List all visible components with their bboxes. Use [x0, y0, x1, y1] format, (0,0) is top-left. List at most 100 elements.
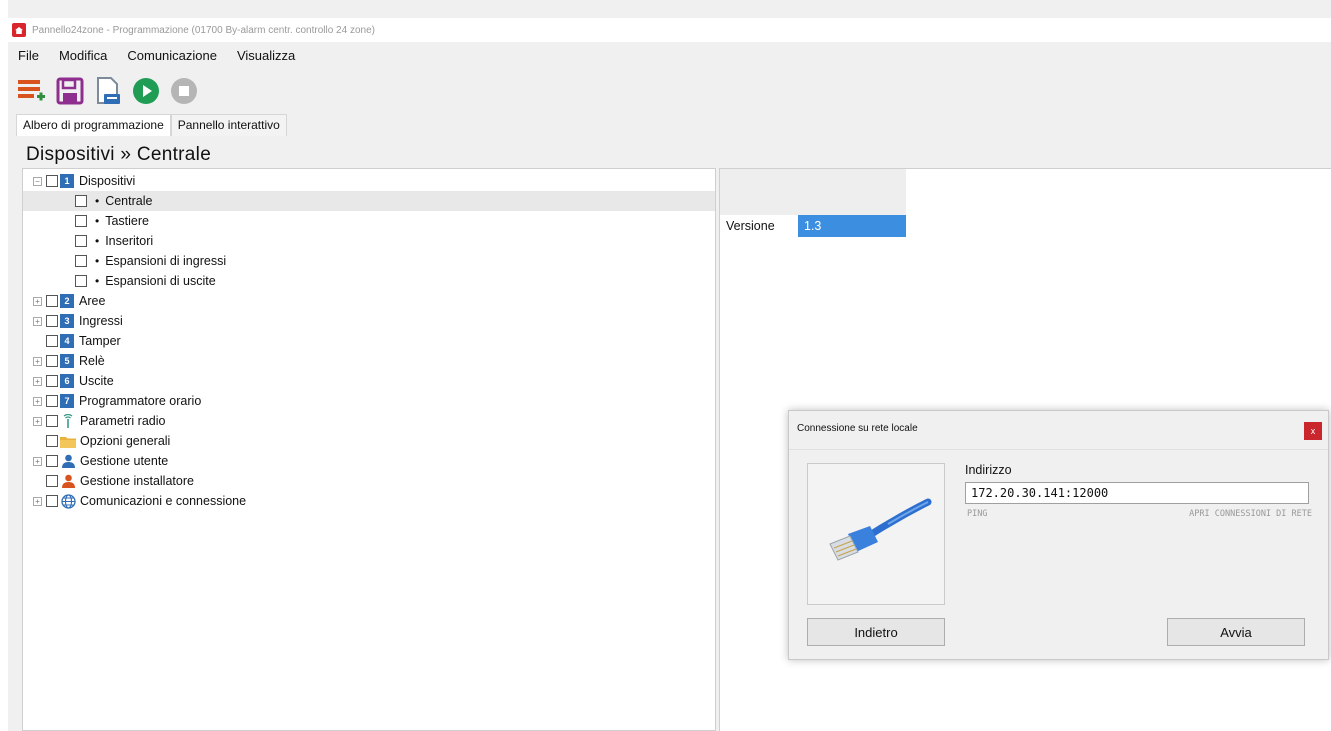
number-badge-icon: 2 — [60, 294, 74, 308]
tree-item-centrale[interactable]: • Centrale — [23, 191, 715, 211]
expand-icon[interactable]: + — [33, 316, 42, 326]
expand-icon[interactable]: + — [33, 376, 42, 386]
checkbox[interactable] — [46, 335, 58, 347]
checkbox[interactable] — [46, 355, 58, 367]
tree-label: Aree — [79, 294, 106, 308]
tree-item-tamper[interactable]: 4 Tamper — [33, 331, 121, 351]
expand-icon[interactable]: + — [33, 456, 42, 466]
tree-label: Espansioni di ingressi — [105, 254, 227, 268]
menu-file[interactable]: File — [18, 48, 39, 63]
save-icon — [56, 77, 84, 105]
tree-item-inseritori[interactable]: • Inseritori — [75, 231, 153, 251]
address-input[interactable]: 172.20.30.141:12000 — [965, 482, 1309, 504]
tree-label: Tastiere — [105, 214, 149, 228]
tree-label: Uscite — [79, 374, 114, 388]
network-cable-image — [807, 463, 945, 605]
open-network-connections-link[interactable]: APRI CONNESSIONI DI RETE — [1189, 509, 1312, 519]
number-badge-icon: 7 — [60, 394, 74, 408]
tree-label: Espansioni di uscite — [105, 274, 216, 288]
checkbox[interactable] — [46, 295, 58, 307]
checkbox[interactable] — [75, 235, 87, 247]
tree-item-comunicazioni[interactable]: + Comunicazioni e connessione — [33, 491, 246, 511]
checkbox[interactable] — [75, 215, 87, 227]
tree-item-opzioni[interactable]: Opzioni generali — [33, 431, 170, 451]
checkbox[interactable] — [46, 315, 58, 327]
tree-item-programmatore[interactable]: + 7 Programmatore orario — [33, 391, 201, 411]
export-button[interactable] — [92, 75, 124, 107]
tree-item-installatore[interactable]: Gestione installatore — [33, 471, 194, 491]
programming-tree: − 1 Dispositivi • Centrale • Tastiere • … — [22, 168, 716, 731]
checkbox[interactable] — [46, 455, 58, 467]
number-badge-icon: 5 — [60, 354, 74, 368]
property-value-versione[interactable]: 1.3 — [798, 215, 906, 237]
number-badge-icon: 1 — [60, 174, 74, 188]
tree-item-espansioni-uscite[interactable]: • Espansioni di uscite — [75, 271, 216, 291]
window-title: Pannello24zone - Programmazione (01700 B… — [32, 24, 375, 36]
bullet-icon: • — [95, 274, 100, 288]
tree-item-radio[interactable]: + Parametri radio — [33, 411, 165, 431]
tree-label: Gestione utente — [80, 454, 169, 468]
title-bar: Pannello24zone - Programmazione (01700 B… — [8, 18, 1331, 42]
close-icon[interactable]: x — [1304, 422, 1322, 440]
expand-icon[interactable]: + — [33, 416, 42, 426]
user-icon — [60, 453, 76, 469]
tree-label: Comunicazioni e connessione — [80, 494, 247, 508]
menu-comunicazione[interactable]: Comunicazione — [127, 48, 217, 63]
checkbox[interactable] — [75, 195, 87, 207]
expand-icon[interactable]: + — [33, 356, 42, 366]
bullet-icon: • — [95, 234, 100, 248]
tab-bar: Albero di programmazione Pannello intera… — [16, 114, 287, 136]
installer-icon — [60, 473, 76, 489]
tree-label: Programmatore orario — [79, 394, 202, 408]
tree-item-utente[interactable]: + Gestione utente — [33, 451, 168, 471]
checkbox[interactable] — [46, 475, 58, 487]
checkbox[interactable] — [46, 375, 58, 387]
checkbox[interactable] — [75, 255, 87, 267]
number-badge-icon: 4 — [60, 334, 74, 348]
dialog-title: Connessione su rete locale — [797, 423, 918, 434]
menu-modifica[interactable]: Modifica — [59, 48, 107, 63]
expand-icon[interactable]: + — [33, 296, 42, 306]
tab-albero[interactable]: Albero di programmazione — [16, 114, 171, 136]
tree-item-aree[interactable]: + 2 Aree — [33, 291, 105, 311]
stop-icon — [171, 78, 197, 104]
tree-item-uscite[interactable]: + 6 Uscite — [33, 371, 114, 391]
tree-label: Opzioni generali — [80, 434, 171, 448]
back-button[interactable]: Indietro — [807, 618, 945, 646]
start-button[interactable]: Avvia — [1167, 618, 1305, 646]
add-list-button[interactable] — [16, 75, 48, 107]
expand-icon[interactable]: + — [33, 496, 42, 506]
checkbox[interactable] — [46, 435, 58, 447]
toolbar — [16, 74, 200, 108]
save-button[interactable] — [54, 75, 86, 107]
checkbox[interactable] — [46, 495, 58, 507]
tab-pannello[interactable]: Pannello interattivo — [170, 114, 287, 136]
tree-item-ingressi[interactable]: + 3 Ingressi — [33, 311, 123, 331]
tree-item-tastiere[interactable]: • Tastiere — [75, 211, 149, 231]
number-badge-icon: 3 — [60, 314, 74, 328]
tree-label: Inseritori — [105, 234, 154, 248]
tree-label: Gestione installatore — [80, 474, 194, 488]
checkbox[interactable] — [46, 415, 58, 427]
stop-button[interactable] — [168, 75, 200, 107]
tree-item-rele[interactable]: + 5 Relè — [33, 351, 105, 371]
folder-icon — [60, 433, 76, 449]
tree-item-espansioni-ingressi[interactable]: • Espansioni di ingressi — [75, 251, 226, 271]
app-home-icon — [12, 23, 26, 37]
checkbox[interactable] — [46, 395, 58, 407]
ping-link[interactable]: PING — [967, 509, 987, 519]
play-button[interactable] — [130, 75, 162, 107]
tree-label: Dispositivi — [79, 174, 136, 188]
collapse-icon[interactable]: − — [33, 176, 42, 186]
checkbox[interactable] — [75, 275, 87, 287]
menu-visualizza[interactable]: Visualizza — [237, 48, 295, 63]
checkbox[interactable] — [46, 175, 58, 187]
bullet-icon: • — [95, 254, 100, 268]
expand-icon[interactable]: + — [33, 396, 42, 406]
tree-item-dispositivi[interactable]: − 1 Dispositivi — [33, 171, 135, 191]
divider — [789, 449, 1328, 450]
number-badge-icon: 6 — [60, 374, 74, 388]
antenna-icon — [60, 413, 76, 429]
